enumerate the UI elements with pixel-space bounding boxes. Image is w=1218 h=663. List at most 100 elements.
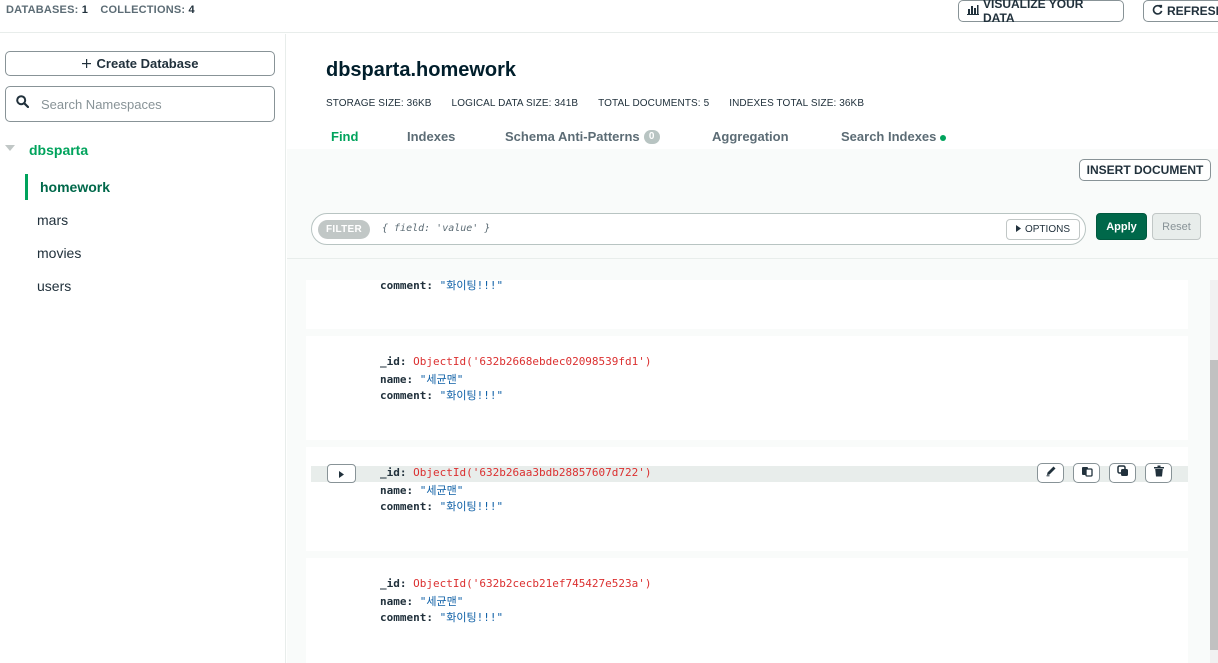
collection-label: movies	[37, 245, 82, 261]
document-field-name: name: "세균맨"	[380, 371, 463, 387]
collections-label: COLLECTIONS:	[100, 4, 186, 16]
collection-label: mars	[37, 212, 69, 228]
tab-schema-anti-patterns[interactable]: Schema Anti-Patterns 0	[505, 129, 660, 144]
sidebar-database-dbsparta[interactable]: dbsparta	[0, 140, 285, 160]
logical-data-size: LOGICAL DATA SIZE: 341B	[451, 98, 579, 109]
divider	[287, 258, 1218, 259]
apply-button[interactable]: Apply	[1096, 213, 1147, 240]
document-field-comment: comment: "화이팅!!!"	[380, 277, 503, 293]
tab-label: Find	[331, 129, 359, 144]
indexes-total-size: INDEXES TOTAL SIZE: 36KB	[729, 98, 865, 109]
document-field-comment: comment: "화이팅!!!"	[380, 609, 503, 625]
expand-document-button[interactable]	[327, 464, 356, 483]
scrollbar-thumb[interactable]	[1210, 360, 1218, 650]
query-bar: FILTER OPTIONS	[311, 213, 1086, 245]
field-key: _id:	[380, 466, 407, 479]
search-namespaces-input[interactable]	[39, 95, 259, 113]
document-card[interactable]: _id: ObjectId('632b2cecb21ef745427e523a'…	[306, 558, 1188, 663]
databases-count: 1	[81, 4, 89, 16]
field-value: "화이팅!!!"	[439, 389, 504, 402]
field-key: comment:	[380, 500, 433, 513]
options-label: OPTIONS	[1024, 224, 1070, 235]
tab-label: Indexes	[407, 129, 456, 144]
clone-icon	[1116, 464, 1129, 482]
document-field-comment: comment: "화이팅!!!"	[380, 387, 503, 403]
tab-aggregation[interactable]: Aggregation	[712, 129, 789, 144]
collection-tabs: Find Indexes Schema Anti-Patterns 0 Aggr…	[287, 127, 1218, 149]
field-value: "세균맨"	[419, 595, 464, 608]
field-value: "화이팅!!!"	[439, 279, 504, 292]
pencil-icon	[1045, 464, 1057, 482]
plus-icon	[81, 56, 91, 71]
tab-label: Search Indexes	[841, 129, 937, 144]
field-key: name:	[380, 484, 414, 497]
copy-icon	[1081, 464, 1093, 482]
field-value: "세균맨"	[419, 373, 464, 386]
edit-document-button[interactable]	[1037, 463, 1064, 483]
tab-search-indexes[interactable]: Search Indexes	[841, 129, 947, 144]
sidebar: Create Database dbsparta homework mars m…	[0, 34, 286, 663]
document-card[interactable]: _id: ObjectId('632b26aa3bdb28857607d722'…	[306, 447, 1188, 551]
databases-label: DATABASES:	[6, 4, 79, 16]
field-value: ObjectId('632b26aa3bdb28857607d722')	[413, 466, 652, 479]
field-value: ObjectId('632b2668ebdec02098539fd1')	[413, 355, 652, 368]
field-key: comment:	[380, 611, 433, 624]
tab-find[interactable]: Find	[331, 129, 358, 144]
clone-document-button[interactable]	[1109, 463, 1136, 483]
document-field-id: _id: ObjectId('632b26aa3bdb28857607d722'…	[380, 466, 652, 479]
reset-button[interactable]: Reset	[1152, 213, 1201, 240]
sidebar-item-users[interactable]: users	[0, 273, 285, 299]
filter-label: FILTER	[318, 220, 370, 239]
visualize-data-button[interactable]: VISUALIZE YOUR DATA	[958, 0, 1124, 25]
document-field-comment: comment: "화이팅!!!"	[380, 498, 503, 514]
field-value: ObjectId('632b2cecb21ef745427e523a')	[413, 577, 652, 590]
create-database-button[interactable]: Create Database	[5, 51, 275, 76]
delete-document-button[interactable]	[1145, 463, 1172, 483]
copy-document-button[interactable]	[1073, 463, 1100, 483]
tab-indexes[interactable]: Indexes	[407, 129, 455, 144]
caret-down-icon[interactable]	[5, 145, 15, 151]
database-name: dbsparta	[29, 142, 89, 158]
field-value: "화이팅!!!"	[439, 611, 504, 624]
options-button[interactable]: OPTIONS	[1006, 219, 1080, 240]
field-key: name:	[380, 595, 414, 608]
bar-chart-icon	[967, 4, 979, 18]
document-field-id: _id: ObjectId('632b2668ebdec02098539fd1'…	[380, 355, 652, 368]
document-field-id: _id: ObjectId('632b2cecb21ef745427e523a'…	[380, 577, 652, 590]
tab-label: Aggregation	[712, 129, 789, 144]
storage-size: STORAGE SIZE: 36KB	[326, 98, 432, 109]
filter-input[interactable]	[380, 222, 1000, 235]
collection-stats: STORAGE SIZE: 36KB LOGICAL DATA SIZE: 34…	[326, 98, 864, 109]
caret-right-icon	[339, 465, 344, 483]
collection-label: homework	[40, 179, 111, 195]
field-value: "세균맨"	[419, 484, 464, 497]
refresh-icon	[1152, 4, 1163, 18]
status-dot-icon	[940, 134, 947, 141]
document-card[interactable]: _id: ObjectId('632b2668ebdec02098539fd1'…	[306, 336, 1188, 440]
document-field-name: name: "세균맨"	[380, 482, 463, 498]
field-key: comment:	[380, 389, 433, 402]
document-card[interactable]: comment: "화이팅!!!"	[306, 277, 1188, 329]
insert-document-button[interactable]: INSERT DOCUMENT	[1079, 159, 1211, 181]
sidebar-item-movies[interactable]: movies	[0, 240, 285, 266]
document-field-name: name: "세균맨"	[380, 593, 463, 609]
sidebar-item-homework[interactable]: homework	[0, 174, 285, 200]
visualize-data-label: VISUALIZE YOUR DATA	[983, 0, 1084, 25]
sidebar-item-mars[interactable]: mars	[0, 207, 285, 233]
top-bar: DATABASES: 1 COLLECTIONS: 4 VISUALIZE YO…	[0, 0, 1218, 33]
field-key: _id:	[380, 577, 407, 590]
refresh-button[interactable]: REFRESH	[1143, 0, 1218, 22]
caret-right-icon	[1015, 224, 1021, 235]
refresh-label: REFRESH	[1167, 4, 1218, 18]
trash-icon	[1153, 464, 1165, 482]
page-title: dbsparta.homework	[326, 59, 517, 81]
search-icon	[16, 95, 30, 113]
field-key: name:	[380, 373, 414, 386]
total-documents: TOTAL DOCUMENTS: 5	[598, 98, 710, 109]
schema-count-badge: 0	[643, 129, 660, 144]
collection-label: users	[37, 278, 72, 294]
field-value: "화이팅!!!"	[439, 500, 504, 513]
field-key: comment:	[380, 279, 433, 292]
field-key: _id:	[380, 355, 407, 368]
collections-count: 4	[188, 4, 195, 16]
